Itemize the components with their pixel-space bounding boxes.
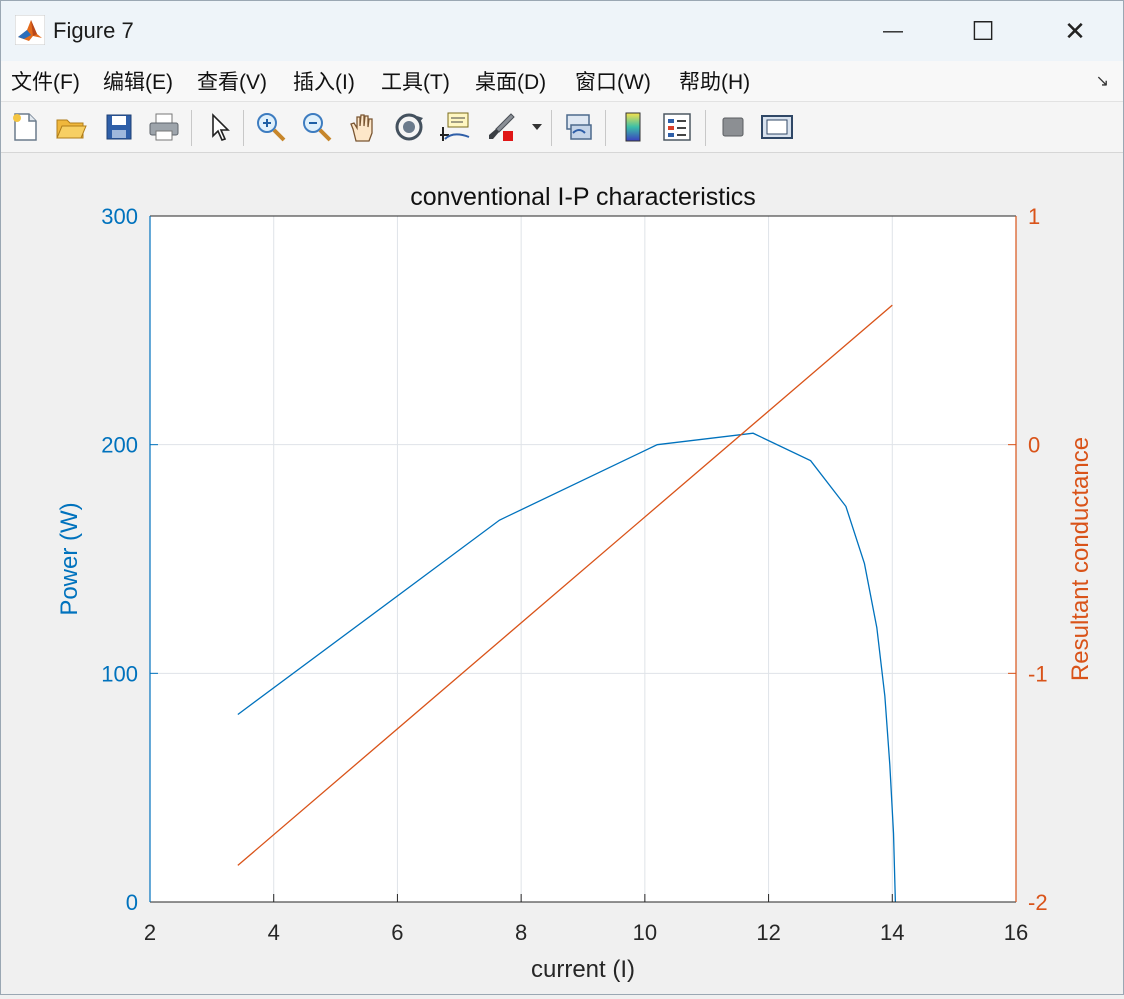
title-bar: Figure 7 — ☐ ✕: [1, 1, 1123, 61]
brush-dropdown-icon[interactable]: [527, 108, 547, 146]
menu-edit[interactable]: 编辑(E): [103, 66, 173, 96]
menu-bar: 文件(F) 编辑(E) 查看(V) 插入(I) 工具(T) 桌面(D) 窗口(W…: [1, 61, 1123, 102]
x-tick-label: 2: [144, 920, 156, 945]
new-figure-icon[interactable]: [7, 108, 43, 146]
x-tick-label: 14: [880, 920, 904, 945]
toolbar: [1, 102, 1123, 153]
x-tick-label: 12: [756, 920, 780, 945]
menu-window[interactable]: 窗口(W): [575, 66, 651, 96]
colorbar-icon[interactable]: [615, 108, 651, 146]
print-icon[interactable]: [146, 108, 182, 146]
plot-area: [150, 216, 1016, 902]
pan-hand-icon[interactable]: [345, 108, 381, 146]
close-icon: ✕: [1064, 15, 1086, 46]
right-y-axis-label: Resultant conductance: [1067, 437, 1094, 681]
right-y-tick-label: -1: [1028, 661, 1048, 686]
save-icon[interactable]: [101, 108, 137, 146]
right-y-tick-label: 1: [1028, 204, 1040, 229]
minimize-button[interactable]: —: [853, 7, 933, 55]
close-button[interactable]: ✕: [1035, 7, 1115, 55]
menu-insert[interactable]: 插入(I): [293, 66, 355, 96]
rotate-3d-icon[interactable]: [391, 108, 427, 146]
toolbar-separator: [243, 110, 244, 146]
chart-svg[interactable]: 2 4 6 8 10 12 14 16 0 100 200 300 -2 -1 0 1 conventiona…: [1, 153, 1123, 994]
maximize-button[interactable]: ☐: [943, 7, 1023, 55]
brush-icon[interactable]: [483, 108, 519, 146]
chart-title: conventional I-P characteristics: [410, 183, 756, 211]
toolbar-separator: [551, 110, 552, 146]
menu-desktop[interactable]: 桌面(D): [475, 66, 546, 96]
menu-tools[interactable]: 工具(T): [381, 66, 450, 96]
figure-canvas: 2 4 6 8 10 12 14 16 0 100 200 300 -2 -1 0 1 conventiona…: [1, 153, 1123, 994]
toolbar-separator: [705, 110, 706, 146]
menu-file[interactable]: 文件(F): [11, 66, 80, 96]
right-y-tick-label: 0: [1028, 433, 1040, 458]
dock-arrow-icon[interactable]: ↘: [1096, 71, 1109, 91]
toolbar-separator: [605, 110, 606, 146]
data-cursor-icon[interactable]: [437, 108, 473, 146]
x-tick-label: 10: [633, 920, 657, 945]
left-y-tick-label: 300: [101, 204, 138, 229]
window-title: Figure 7: [53, 18, 134, 43]
figure-window: Figure 7 — ☐ ✕ 文件(F) 编辑(E) 查看(V) 插入(I) 工…: [0, 0, 1124, 995]
left-y-tick-label: 0: [126, 890, 138, 915]
minimize-icon: —: [883, 19, 903, 42]
zoom-out-icon[interactable]: [299, 108, 335, 146]
zoom-in-icon[interactable]: [253, 108, 289, 146]
show-plot-tools-icon[interactable]: [759, 108, 795, 146]
open-file-icon[interactable]: [53, 108, 89, 146]
x-axis-label: current (I): [531, 956, 635, 983]
x-tick-label: 16: [1004, 920, 1028, 945]
hide-plot-tools-icon[interactable]: [715, 108, 751, 146]
menu-help[interactable]: 帮助(H): [679, 66, 750, 96]
link-plot-icon[interactable]: [561, 108, 597, 146]
x-tick-label: 4: [268, 920, 280, 945]
select-arrow-icon[interactable]: [201, 108, 237, 146]
right-y-tick-label: -2: [1028, 890, 1048, 915]
left-y-tick-label: 100: [101, 661, 138, 686]
x-tick-label: 6: [391, 920, 403, 945]
matlab-logo-icon: [15, 15, 45, 45]
legend-icon[interactable]: [659, 108, 695, 146]
left-y-axis-label: Power (W): [56, 502, 83, 615]
toolbar-separator: [191, 110, 192, 146]
menu-view[interactable]: 查看(V): [197, 66, 267, 96]
left-y-tick-label: 200: [101, 433, 138, 458]
x-tick-label: 8: [515, 920, 527, 945]
maximize-icon: ☐: [971, 15, 995, 46]
